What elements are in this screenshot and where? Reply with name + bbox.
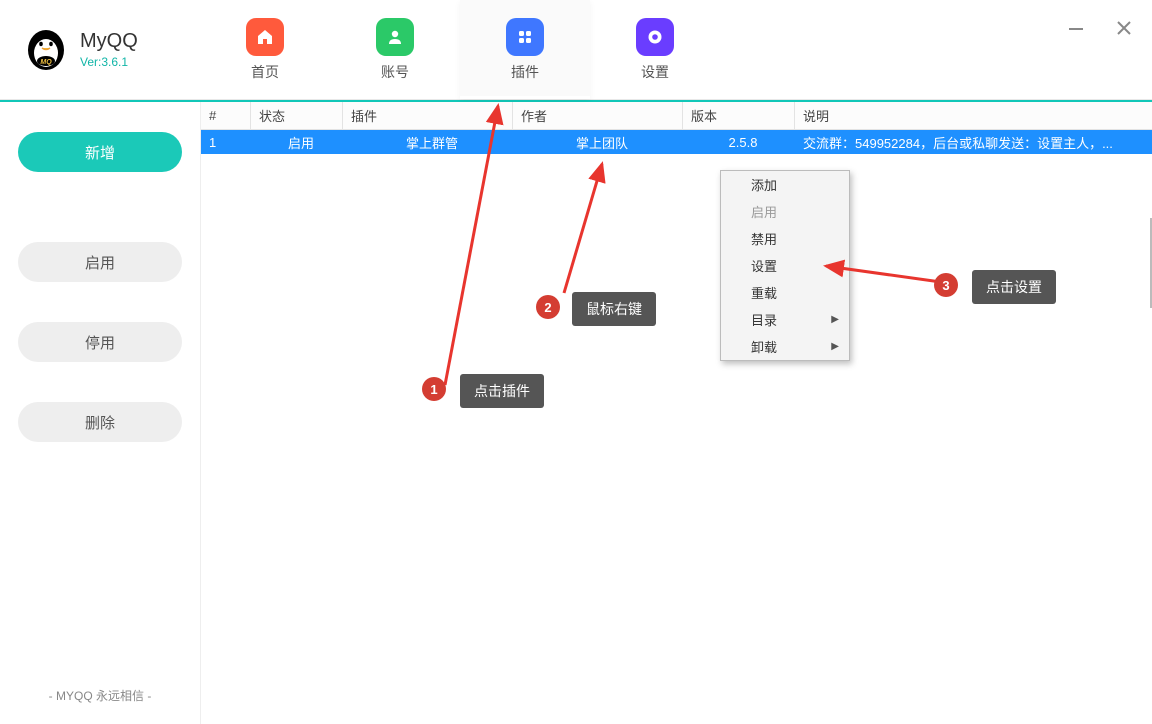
app-header: MQ MyQQ Ver:3.6.1 首页 账号 插件 (0, 0, 1152, 100)
chevron-right-icon: ▶ (831, 314, 839, 325)
cell-desc: 交流群：549952284，后台或私聊发送：设置主人，... (795, 130, 1152, 154)
nav-label-plugin: 插件 (511, 62, 539, 82)
sidebar: 新增 启用 停用 删除 - MYQQ 永远相信 - (0, 102, 200, 724)
settings-icon (636, 18, 674, 56)
annotation-badge-2: 2 (536, 295, 560, 319)
nav-tab-settings[interactable]: 设置 (590, 0, 720, 99)
nav-label-account: 账号 (381, 62, 409, 82)
nav-tab-home[interactable]: 首页 (200, 0, 330, 99)
col-header-idx[interactable]: # (201, 102, 251, 129)
ctx-item-uninstall[interactable]: 卸载▶ (721, 333, 849, 360)
home-icon (246, 18, 284, 56)
nav-label-home: 首页 (251, 62, 279, 82)
account-icon (376, 18, 414, 56)
svg-text:MQ: MQ (40, 59, 52, 66)
enable-button[interactable]: 启用 (18, 242, 182, 282)
table-row[interactable]: 1 启用 掌上群管 掌上团队 2.5.8 交流群：549952284，后台或私聊… (201, 130, 1152, 154)
col-header-desc[interactable]: 说明 (795, 102, 1152, 129)
app-version: Ver:3.6.1 (80, 55, 138, 69)
sidebar-footer: - MYQQ 永远相信 - (49, 687, 152, 704)
main-panel: # 状态 插件 作者 版本 说明 1 启用 掌上群管 掌上团队 2.5.8 交流… (200, 102, 1152, 724)
ctx-item-reload[interactable]: 重载 (721, 279, 849, 306)
stop-button[interactable]: 停用 (18, 322, 182, 362)
ctx-item-disable[interactable]: 禁用 (721, 225, 849, 252)
minimize-button[interactable] (1066, 18, 1086, 38)
nav-tab-plugin[interactable]: 插件 (460, 0, 590, 99)
nav-tabs: 首页 账号 插件 设置 (200, 0, 720, 99)
nav-tab-account[interactable]: 账号 (330, 0, 460, 99)
close-button[interactable] (1114, 18, 1134, 38)
ctx-item-directory[interactable]: 目录▶ (721, 306, 849, 333)
annotation-badge-1: 1 (422, 377, 446, 401)
cell-author: 掌上团队 (513, 130, 683, 154)
plugin-icon (506, 18, 544, 56)
col-header-status[interactable]: 状态 (251, 102, 343, 129)
table-header: # 状态 插件 作者 版本 说明 (201, 102, 1152, 130)
ctx-item-enable: 启用 (721, 198, 849, 225)
cell-version: 2.5.8 (683, 130, 795, 154)
context-menu: 添加 启用 禁用 设置 重载 目录▶ 卸载▶ (720, 170, 850, 361)
annotation-label-1: 点击插件 (460, 374, 544, 408)
col-header-version[interactable]: 版本 (683, 102, 795, 129)
chevron-right-icon: ▶ (831, 341, 839, 352)
app-title: MyQQ (80, 30, 138, 53)
ctx-item-settings[interactable]: 设置 (721, 252, 849, 279)
delete-button[interactable]: 删除 (18, 402, 182, 442)
add-button[interactable]: 新增 (18, 132, 182, 172)
logo-block: MQ MyQQ Ver:3.6.1 (0, 28, 200, 72)
nav-label-settings: 设置 (641, 62, 669, 82)
col-header-plugin[interactable]: 插件 (343, 102, 513, 129)
cell-status: 启用 (251, 130, 343, 154)
col-header-author[interactable]: 作者 (513, 102, 683, 129)
annotation-label-2: 鼠标右键 (572, 292, 656, 326)
cell-idx: 1 (201, 130, 251, 154)
annotation-label-3: 点击设置 (972, 270, 1056, 304)
penguin-logo-icon: MQ (24, 28, 68, 72)
annotation-badge-3: 3 (934, 273, 958, 297)
ctx-item-add[interactable]: 添加 (721, 171, 849, 198)
cell-plugin: 掌上群管 (343, 130, 513, 154)
